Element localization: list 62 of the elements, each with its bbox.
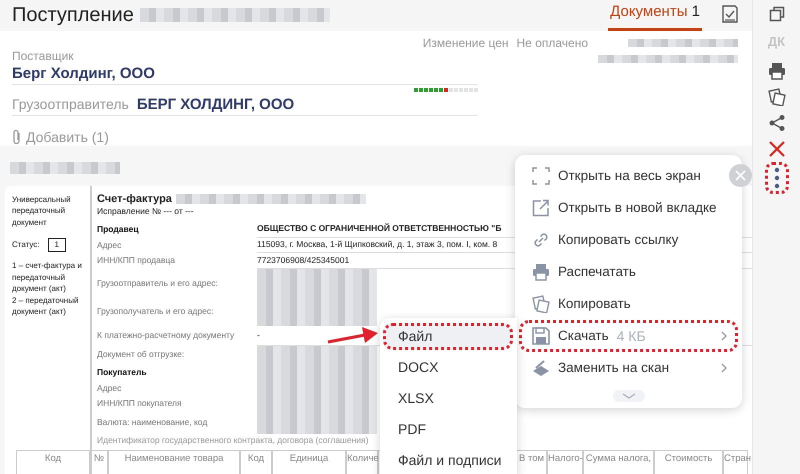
printer-icon: [532, 263, 550, 281]
submenu-item[interactable]: DOCX: [383, 354, 513, 381]
shipper-name: БЕРГ ХОЛДИНГ, ООО: [136, 96, 294, 114]
status-label: Статус:: [12, 239, 40, 252]
printer-icon[interactable]: [768, 62, 786, 80]
delete-icon[interactable]: [768, 140, 786, 158]
field-label: Идентификатор государственного контракта, договора (соглашения): [97, 435, 368, 447]
more-vertical-icon: [774, 166, 780, 188]
status-tag: Не оплачено: [516, 36, 588, 50]
paperclip-icon: [12, 128, 22, 145]
field-label: ИНН/КПП продавца: [97, 255, 176, 267]
copy-icon: [532, 295, 550, 313]
field-label: Покупатель: [97, 367, 148, 379]
supplier-name: Берг Холдинг, ООО: [12, 64, 155, 82]
field-label: ИНН/КПП покупателя: [97, 398, 183, 410]
menu-item[interactable]: Скачать 4 КБ: [519, 320, 738, 352]
menu-item[interactable]: Открыть в новой вкладке: [519, 192, 738, 224]
column-header: Налого-: [547, 450, 583, 474]
field-label: Адрес: [97, 240, 122, 252]
field-label: К платежно-расчетному документу: [97, 330, 236, 342]
column-header: №: [90, 450, 108, 474]
column-header: Единица: [272, 450, 346, 474]
column-header: Наименование товара: [108, 450, 240, 474]
status-legend: 1 – счет-фактура и передаточный документ (акт): [12, 260, 88, 295]
field-label: Грузоотправитель: [12, 94, 129, 113]
submenu-item[interactable]: Файл: [383, 323, 513, 350]
field-label: Документ об отгрузке:: [97, 349, 186, 361]
share-icon[interactable]: [768, 114, 786, 132]
status-legend: 2 – передаточный документ (акт): [12, 294, 88, 318]
submenu-item[interactable]: XLSX: [383, 385, 513, 412]
link-icon: [532, 231, 550, 249]
more-button[interactable]: [764, 162, 788, 194]
documents-tab[interactable]: Документы 1: [608, 1, 702, 31]
field-label: Адрес: [97, 383, 122, 395]
submenu-item[interactable]: Файл и подписи: [383, 447, 513, 474]
scanner-icon: [532, 359, 550, 377]
menu-item[interactable]: Открыть на весь экран: [519, 160, 724, 192]
status-value: 1: [48, 238, 66, 252]
copy-icon[interactable]: [768, 88, 786, 106]
document-check-icon[interactable]: [720, 4, 740, 24]
column-header: Стоимость: [654, 450, 723, 474]
field-label: Грузополучатель и его адрес:: [97, 306, 214, 318]
correction-line: Исправление № --- от ---: [97, 206, 194, 217]
menu-item[interactable]: Копировать: [519, 288, 738, 320]
field-label: Валюта: наименование, код: [97, 417, 208, 429]
external-link-icon: [532, 199, 550, 217]
menu-item[interactable]: Заменить на скан: [519, 352, 738, 384]
status-tag: Изменение цен: [422, 36, 509, 50]
window-icon[interactable]: [768, 6, 784, 22]
document-type: Универсальный передаточный документ: [12, 194, 72, 228]
field-label: Продавец: [97, 224, 140, 236]
invoice-title: Счет-фактура: [97, 192, 172, 206]
fullscreen-icon: [532, 167, 550, 185]
field-label: Поставщик: [12, 50, 74, 63]
column-header: Стран: [723, 450, 748, 474]
field-label: Грузоотправитель и его адрес:: [97, 278, 219, 290]
column-header: Количе: [346, 450, 378, 474]
column-header: Сумма налога,: [583, 450, 654, 474]
page-title: Поступление: [12, 2, 134, 27]
column-header: Код: [240, 450, 272, 474]
submenu-item[interactable]: PDF: [383, 416, 513, 443]
column-header: Код: [16, 450, 90, 474]
